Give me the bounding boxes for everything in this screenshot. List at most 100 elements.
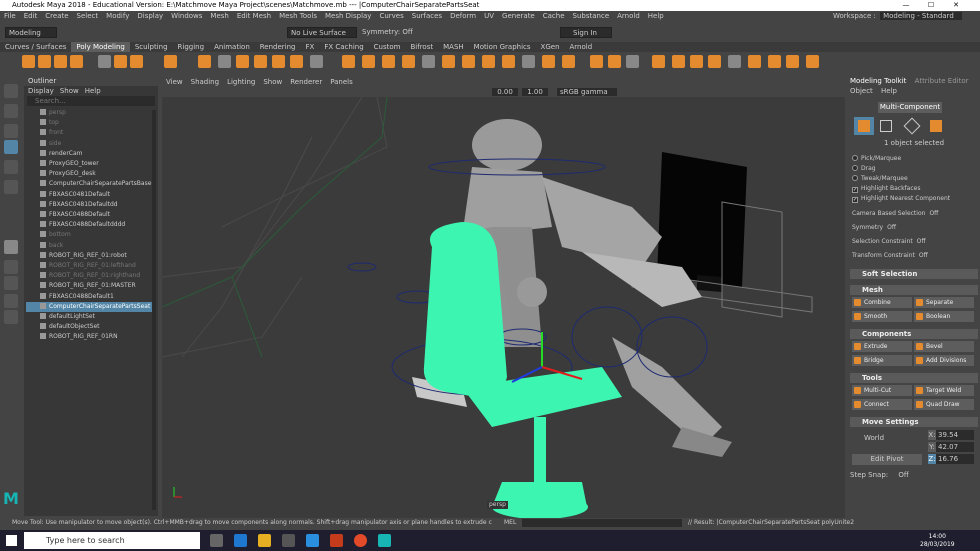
colorspace-dropdown[interactable]: sRGB gamma: [557, 88, 617, 96]
shelf-tool-icon[interactable]: [806, 55, 819, 68]
menu-generate[interactable]: Generate: [502, 12, 535, 20]
shelf-tab-curves-surfaces[interactable]: Curves / Surfaces: [0, 42, 71, 52]
viewport-menu-panels[interactable]: Panels: [330, 78, 353, 86]
viewport-value-2[interactable]: 1.00: [522, 88, 548, 96]
y-field[interactable]: 42.07: [936, 442, 974, 452]
shelf-tool-icon[interactable]: [748, 55, 761, 68]
shelf-tool-icon[interactable]: [22, 55, 35, 68]
mesh-header[interactable]: Mesh: [850, 285, 978, 295]
outliner-layout-icon[interactable]: [4, 294, 18, 308]
components-header[interactable]: Components: [850, 329, 978, 339]
btn-smooth[interactable]: Smooth: [852, 311, 912, 322]
shelf-tool-icon[interactable]: [542, 55, 555, 68]
shelf-tool-icon[interactable]: [768, 55, 781, 68]
vertex-mode-icon[interactable]: [880, 120, 892, 132]
workspace-dropdown[interactable]: Modeling - Standard: [880, 12, 962, 20]
outliner-item[interactable]: ROBOT_RIG_REF_01:lefthand: [26, 261, 156, 271]
file-explorer-icon[interactable]: [258, 534, 271, 547]
checkbox-icon[interactable]: ✓: [852, 187, 858, 193]
setting-value-dropdown[interactable]: Off: [887, 224, 896, 231]
shelf-tool-icon[interactable]: [590, 55, 603, 68]
viewport-menu-lighting[interactable]: Lighting: [227, 78, 255, 86]
shelf-tool-icon[interactable]: [98, 55, 111, 68]
edit-pivot-button[interactable]: Edit Pivot: [852, 454, 922, 465]
shelf-tab-poly-modeling[interactable]: Poly Modeling: [71, 42, 130, 52]
maximize-button[interactable]: ☐: [920, 0, 942, 11]
outliner-item[interactable]: top: [26, 118, 156, 128]
outliner-item[interactable]: ROBOT_RIG_REF_01:righthand: [26, 271, 156, 281]
shelf-tool-icon[interactable]: [342, 55, 355, 68]
outliner-menu-help[interactable]: Help: [85, 87, 101, 95]
shelf-tool-icon[interactable]: [164, 55, 177, 68]
move-settings-header[interactable]: Move Settings: [850, 417, 978, 427]
option-tweak-marquee[interactable]: Tweak/Marquee: [852, 174, 908, 183]
outliner-item[interactable]: ProxyGEO_desk: [26, 169, 156, 179]
menu-edit-mesh[interactable]: Edit Mesh: [237, 12, 271, 20]
powerpoint-icon[interactable]: [330, 534, 343, 547]
soft-selection-header[interactable]: Soft Selection: [850, 269, 978, 279]
btn-bevel[interactable]: Bevel: [914, 341, 974, 352]
option-drag[interactable]: Drag: [852, 164, 876, 173]
live-surface-field[interactable]: No Live Surface: [287, 27, 357, 38]
shelf-tool-icon[interactable]: [54, 55, 67, 68]
shelf-tool-icon[interactable]: [728, 55, 741, 68]
outliner-item[interactable]: renderCam: [26, 149, 156, 159]
setting-value-dropdown[interactable]: Off: [919, 252, 928, 259]
menu-arnold[interactable]: Arnold: [617, 12, 640, 20]
object-mode-icon[interactable]: [854, 117, 874, 135]
shelf-tool-icon[interactable]: [218, 55, 231, 68]
shelf-tab-sculpting[interactable]: Sculpting: [130, 42, 173, 52]
btn-separate[interactable]: Separate: [914, 297, 974, 308]
menu-select[interactable]: Select: [77, 12, 99, 20]
btn-extrude[interactable]: Extrude: [852, 341, 912, 352]
menuset-dropdown[interactable]: Modeling: [5, 27, 57, 38]
shelf-tool-icon[interactable]: [130, 55, 143, 68]
radio-icon[interactable]: [852, 165, 858, 171]
outliner-item[interactable]: ROBOT_RIG_REF_01:robot: [26, 251, 156, 261]
step-snap-dropdown[interactable]: Off: [898, 471, 908, 479]
btn-connect[interactable]: Connect: [852, 399, 912, 410]
shelf-tool-icon[interactable]: [626, 55, 639, 68]
btn-combine[interactable]: Combine: [852, 297, 912, 308]
outliner-search-input[interactable]: Search...: [27, 96, 155, 106]
outliner-item[interactable]: defaultObjectSet: [26, 322, 156, 332]
menu-help[interactable]: Help: [648, 12, 664, 20]
task-view-icon[interactable]: [210, 534, 223, 547]
menu-uv[interactable]: UV: [484, 12, 494, 20]
outliner-scrollbar[interactable]: [152, 110, 156, 510]
shelf-tool-icon[interactable]: [442, 55, 455, 68]
outliner-item[interactable]: defaultLightSet: [26, 312, 156, 322]
option-highlight-nearest-component[interactable]: ✓ Highlight Nearest Component: [852, 194, 950, 203]
setting-value-dropdown[interactable]: Off: [917, 238, 926, 245]
outliner-item[interactable]: persp: [26, 108, 156, 118]
layout-icon[interactable]: [4, 276, 18, 290]
menu-edit[interactable]: Edit: [24, 12, 38, 20]
rotate-tool-icon[interactable]: [4, 160, 18, 174]
menu-file[interactable]: File: [4, 12, 16, 20]
menu-mesh-display[interactable]: Mesh Display: [325, 12, 371, 20]
shelf-tab-xgen[interactable]: XGen: [536, 42, 565, 52]
option-highlight-backfaces[interactable]: ✓ Highlight Backfaces: [852, 184, 920, 193]
outliner-item[interactable]: front: [26, 128, 156, 138]
outliner-menu-show[interactable]: Show: [60, 87, 79, 95]
x-field[interactable]: 39.54: [936, 430, 974, 440]
shelf-tool-icon[interactable]: [382, 55, 395, 68]
shelf-tab-fx[interactable]: FX: [301, 42, 320, 52]
btn-add-divisions[interactable]: Add Divisions: [914, 355, 974, 366]
shelf-tab-motion-graphics[interactable]: Motion Graphics: [469, 42, 536, 52]
shelf-tool-icon[interactable]: [114, 55, 127, 68]
shelf-tab-rigging[interactable]: Rigging: [173, 42, 210, 52]
outliner-item[interactable]: FBXASC0488Default1: [26, 292, 156, 302]
shelf-tool-icon[interactable]: [38, 55, 51, 68]
shelf-tool-icon[interactable]: [522, 55, 535, 68]
btn-target-weld[interactable]: Target Weld: [914, 385, 974, 396]
outliner-item[interactable]: FBXASC0488Defaultdddd: [26, 220, 156, 230]
chrome-icon[interactable]: [354, 534, 367, 547]
shelf-tool-icon[interactable]: [562, 55, 575, 68]
command-line-input[interactable]: [522, 519, 682, 527]
symmetry-dropdown[interactable]: Symmetry: Off: [362, 27, 413, 38]
btn-quad-draw[interactable]: Quad Draw: [914, 399, 974, 410]
menu-mesh[interactable]: Mesh: [210, 12, 228, 20]
shelf-tool-icon[interactable]: [290, 55, 303, 68]
shelf-tab-bifrost[interactable]: Bifrost: [406, 42, 439, 52]
